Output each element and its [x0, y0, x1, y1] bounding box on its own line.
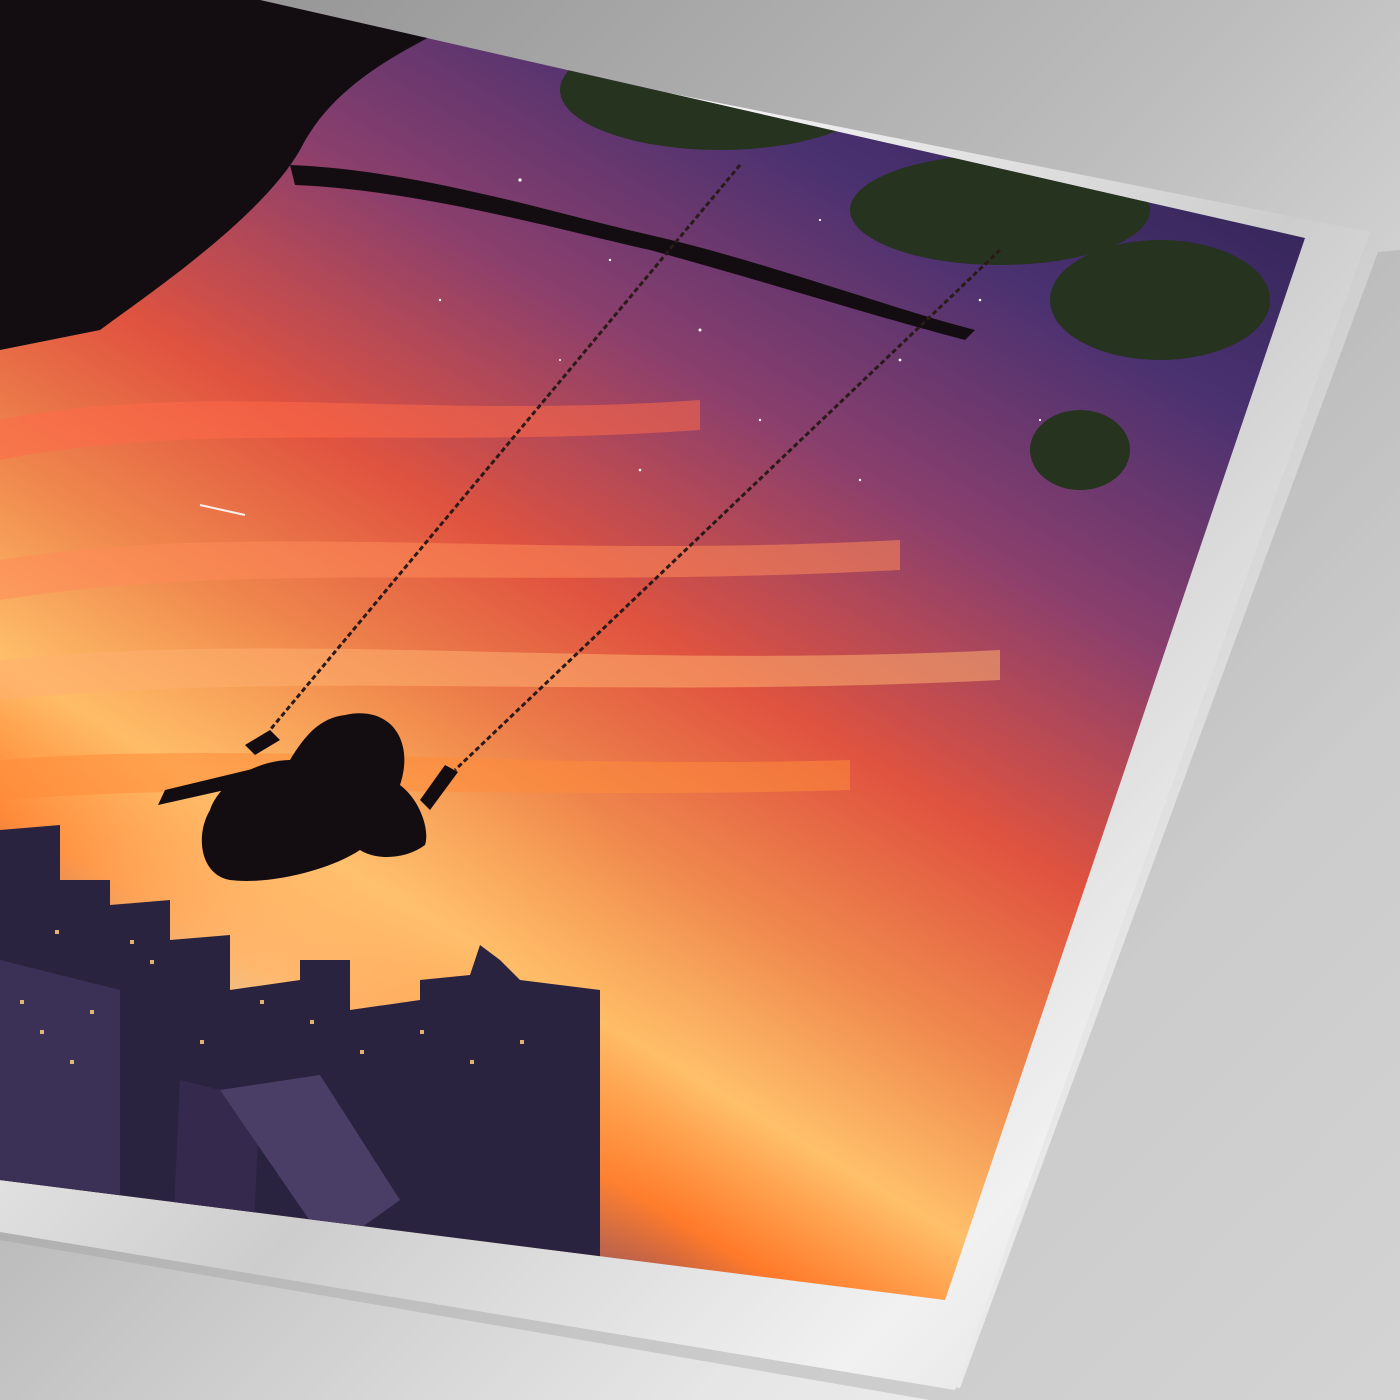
metal-print-mockup	[0, 0, 1400, 1400]
